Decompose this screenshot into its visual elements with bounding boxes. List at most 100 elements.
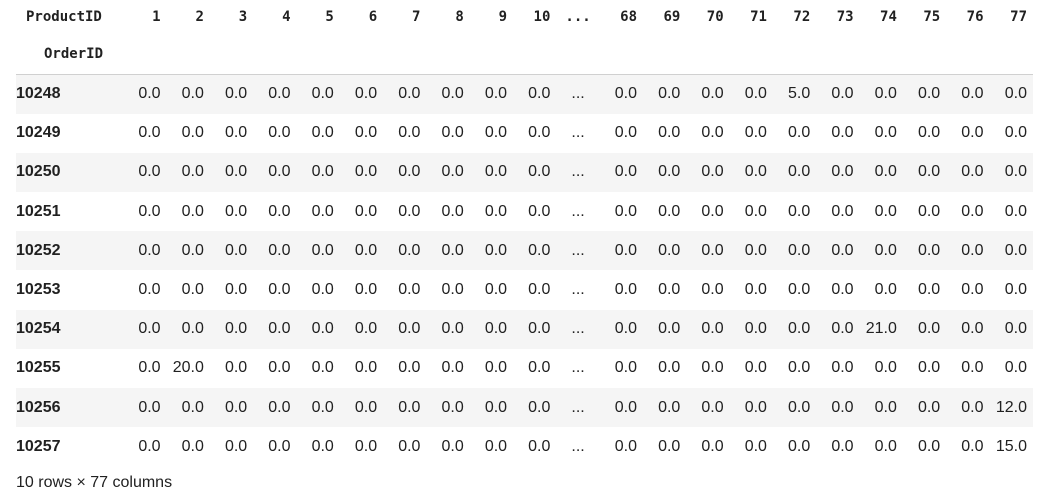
- table-cell: 0.0: [788, 281, 811, 299]
- table-cell: 0.0: [311, 85, 334, 103]
- table-cell: 0.0: [528, 320, 551, 338]
- ellipsis-cell: ...: [571, 124, 585, 142]
- table-cell: 0.0: [268, 398, 291, 416]
- table-cell: 0.0: [701, 437, 724, 455]
- table-cell: 0.0: [311, 124, 334, 142]
- table-cell: 0.0: [138, 202, 161, 220]
- table-cell: 0.0: [1004, 281, 1027, 299]
- table-body: 10248 0.0 0.0 0.0 0.0 0.0 0.0 0.0 0.0 0.0 0.0... 0.…: [16, 74, 1033, 467]
- table-cell: 0.0: [354, 163, 378, 181]
- ellipsis-cell: ...: [571, 241, 585, 259]
- table-cell: 0.0: [614, 320, 638, 338]
- table-cell: 0.0: [614, 85, 638, 103]
- ellipsis-cell: ...: [571, 163, 585, 181]
- table-cell: 0.0: [917, 359, 941, 377]
- table-cell: 0.0: [441, 124, 464, 142]
- ellipsis-cell: ...: [571, 359, 585, 377]
- table-cell: 0.0: [788, 398, 811, 416]
- table-cell: 0.0: [441, 202, 464, 220]
- table-cell: 0.0: [311, 281, 334, 299]
- table-cell: 15.0: [995, 437, 1027, 455]
- index-row-spacer: [123, 34, 167, 75]
- table-cell: 0.0: [441, 241, 464, 259]
- table-cell: 0.0: [831, 320, 854, 338]
- index-row-spacer: [166, 34, 210, 75]
- table-cell: 0.0: [138, 320, 161, 338]
- index-row-spacer: [599, 34, 644, 75]
- table-cell: 0.0: [874, 241, 897, 259]
- table-cell: 0.0: [961, 320, 984, 338]
- column-header: 68: [620, 9, 638, 25]
- row-index-label: 10250: [16, 163, 61, 181]
- shape-summary: 10 rows × 77 columns: [16, 474, 173, 491]
- ellipsis-cell: ...: [571, 437, 585, 455]
- column-header: 74: [880, 9, 897, 25]
- table-cell: 0.0: [441, 398, 464, 416]
- table-cell: 0.0: [181, 85, 204, 103]
- row-index-label: 10255: [16, 359, 61, 377]
- table-cell: 0.0: [181, 241, 204, 259]
- ellipsis-cell: ...: [571, 398, 585, 416]
- table-cell: 0.0: [398, 241, 421, 259]
- table-cell: 0.0: [441, 359, 464, 377]
- row-index-label: 10251: [16, 202, 61, 220]
- table-cell: 0.0: [917, 320, 941, 338]
- table-cell: 0.0: [658, 359, 681, 377]
- column-header: 10: [533, 9, 551, 25]
- table-cell: 0.0: [831, 281, 854, 299]
- table-cell: 0.0: [788, 163, 811, 181]
- table-row: 10248 0.0 0.0 0.0 0.0 0.0 0.0 0.0 0.0 0.0 0.0... 0.…: [16, 74, 1033, 114]
- table-cell: 0.0: [1004, 202, 1027, 220]
- table-cell: 0.0: [701, 241, 724, 259]
- table-cell: 0.0: [398, 202, 421, 220]
- table-cell: 0.0: [614, 359, 638, 377]
- table-cell: 0.0: [1004, 320, 1027, 338]
- table-row: 10257 0.0 0.0 0.0 0.0 0.0 0.0 0.0 0.0 0.0 0.0... 0.…: [16, 427, 1033, 467]
- column-header: 71: [750, 9, 767, 25]
- table-cell: 0.0: [398, 437, 421, 455]
- table-cell: 0.0: [874, 163, 897, 181]
- table-cell: 0.0: [701, 359, 724, 377]
- ellipsis-cell: ...: [571, 202, 585, 220]
- table-cell: 0.0: [268, 124, 291, 142]
- table-cell: 0.0: [917, 124, 941, 142]
- column-header: 76: [966, 9, 984, 25]
- table-cell: 0.0: [701, 320, 724, 338]
- row-index-label: 10252: [16, 241, 61, 259]
- table-cell: 0.0: [268, 85, 291, 103]
- table-cell: 0.0: [398, 124, 421, 142]
- ellipsis-cell: ...: [571, 85, 585, 103]
- table-cell: 0.0: [181, 320, 204, 338]
- table-cell: 0.0: [528, 124, 551, 142]
- table-cell: 0.0: [701, 202, 724, 220]
- row-index-label: 10253: [16, 281, 61, 299]
- table-cell: 0.0: [268, 281, 291, 299]
- table-cell: 0.0: [874, 398, 897, 416]
- table-cell: 0.0: [788, 320, 811, 338]
- dataframe-output: ProductID 1 2 3 4 5 6 7 8 9 10... 68 69 70 71 72 73 74 75…: [0, 0, 1043, 501]
- table-cell: 0.0: [831, 241, 854, 259]
- table-cell: 0.0: [1004, 241, 1027, 259]
- index-row-spacer: [469, 34, 514, 75]
- table-cell: 0.0: [744, 241, 767, 259]
- table-cell: 0.0: [441, 85, 464, 103]
- table-row: 10249 0.0 0.0 0.0 0.0 0.0 0.0 0.0 0.0 0.0 0.0... 0.…: [16, 113, 1033, 153]
- row-index-label: 10254: [16, 320, 61, 338]
- column-header: 69: [663, 9, 681, 25]
- table-cell: 0.0: [268, 359, 291, 377]
- table-cell: 0.0: [788, 437, 811, 455]
- table-cell: 0.0: [354, 202, 378, 220]
- column-header: 2: [195, 9, 204, 25]
- table-cell: 0.0: [614, 202, 638, 220]
- table-cell: 0.0: [961, 163, 984, 181]
- table-cell: 0.0: [744, 398, 767, 416]
- table-cell: 0.0: [744, 202, 767, 220]
- table-row: 10256 0.0 0.0 0.0 0.0 0.0 0.0 0.0 0.0 0.0 0.0... 0.…: [16, 388, 1033, 428]
- index-row-spacer: [946, 34, 990, 75]
- index-row-spacer: [556, 34, 600, 75]
- table-cell: 0.0: [874, 124, 897, 142]
- table-cell: 0.0: [528, 398, 551, 416]
- table-cell: 0.0: [917, 241, 941, 259]
- column-header: 8: [455, 9, 464, 25]
- table-row: 10255 0.0 20.0 0.0 0.0 0.0 0.0 0.0 0.0 0.0 0.0... 0…: [16, 348, 1033, 388]
